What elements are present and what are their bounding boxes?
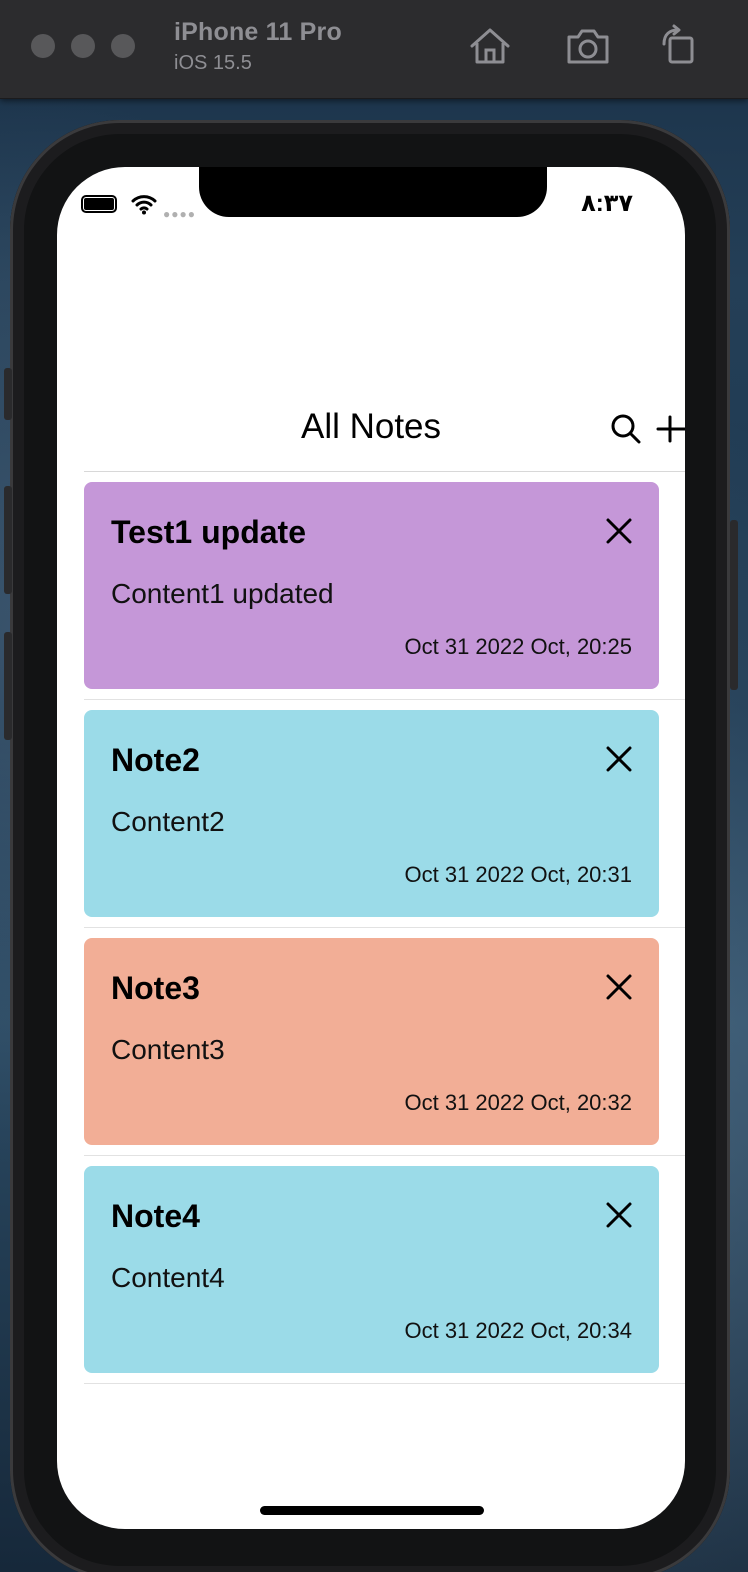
side-button [730, 520, 738, 690]
note-title: Note2 [111, 742, 200, 778]
note-title: Note3 [111, 970, 200, 1006]
note-card[interactable]: Note2 Content2 Oct 31 2022 Oct, 20:31 [84, 710, 659, 917]
volume-up-button [4, 486, 12, 594]
notes-list: Test1 update Content1 updated Oct 31 202… [84, 482, 685, 1394]
page-title: All Notes [300, 407, 442, 446]
cellular-signal-icon: ●●●● [163, 207, 196, 221]
row-divider [84, 1155, 685, 1156]
window-zoom-button[interactable] [111, 34, 135, 58]
close-icon[interactable] [604, 972, 634, 1002]
window-close-button[interactable] [31, 34, 55, 58]
row-divider [84, 927, 685, 928]
note-card[interactable]: Test1 update Content1 updated Oct 31 202… [84, 482, 659, 689]
volume-down-button [4, 632, 12, 740]
mute-switch [4, 368, 12, 420]
home-icon[interactable] [466, 22, 514, 70]
battery-icon [81, 195, 117, 213]
note-date: Oct 31 2022 Oct, 20:34 [404, 1318, 632, 1343]
simulator-title-bar: iPhone 11 Pro iOS 15.5 [0, 0, 748, 99]
note-content: Content4 [111, 1262, 225, 1293]
close-icon[interactable] [604, 516, 634, 546]
note-content: Content1 updated [111, 578, 334, 609]
row-divider [84, 1383, 685, 1384]
note-date: Oct 31 2022 Oct, 20:25 [404, 634, 632, 659]
note-content: Content3 [111, 1034, 225, 1065]
row-divider [84, 699, 685, 700]
search-icon[interactable] [610, 413, 642, 445]
os-version: iOS 15.5 [174, 52, 252, 74]
close-icon[interactable] [604, 1200, 634, 1230]
notch [199, 167, 547, 217]
wifi-icon [131, 195, 157, 215]
note-date: Oct 31 2022 Oct, 20:32 [404, 1090, 632, 1115]
note-row: Test1 update Content1 updated Oct 31 202… [84, 482, 685, 710]
note-row: Note2 Content2 Oct 31 2022 Oct, 20:31 [84, 710, 685, 938]
plus-icon[interactable] [655, 413, 685, 445]
device-screen: ●●●● ٨:٣٧ All Notes Test1 update Content… [57, 167, 685, 1529]
rotate-icon[interactable] [656, 22, 704, 70]
note-date: Oct 31 2022 Oct, 20:31 [404, 862, 632, 887]
home-indicator[interactable] [260, 1506, 484, 1515]
note-title: Test1 update [111, 514, 306, 550]
window-minimize-button[interactable] [71, 34, 95, 58]
status-time: ٨:٣٧ [581, 190, 633, 217]
device-name: iPhone 11 Pro [174, 18, 342, 46]
note-content: Content2 [111, 806, 225, 837]
note-card[interactable]: Note3 Content3 Oct 31 2022 Oct, 20:32 [84, 938, 659, 1145]
note-row: Note4 Content4 Oct 31 2022 Oct, 20:34 [84, 1166, 685, 1394]
close-icon[interactable] [604, 744, 634, 774]
note-row: Note3 Content3 Oct 31 2022 Oct, 20:32 [84, 938, 685, 1166]
nav-divider [84, 471, 685, 472]
screenshot-camera-icon[interactable] [564, 22, 612, 70]
note-card[interactable]: Note4 Content4 Oct 31 2022 Oct, 20:34 [84, 1166, 659, 1373]
note-title: Note4 [111, 1198, 200, 1234]
